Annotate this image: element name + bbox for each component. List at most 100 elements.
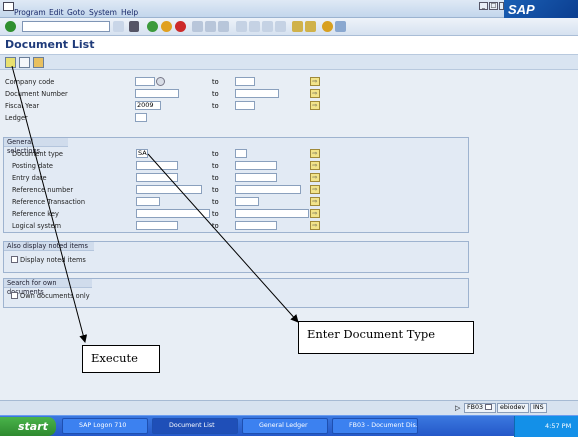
own-documents-only-label: Own documents only <box>20 292 90 300</box>
to-label: to <box>212 162 219 170</box>
menu-program[interactable]: Program <box>14 8 46 17</box>
back-icon[interactable] <box>147 21 158 32</box>
save-icon[interactable] <box>129 21 139 32</box>
find-next-icon[interactable] <box>218 21 229 32</box>
fiscal-year-from-input[interactable]: 2009 <box>135 101 161 110</box>
logical-system-to-input[interactable] <box>235 221 277 230</box>
reference-transaction-from-input[interactable] <box>136 197 160 206</box>
selection-options-icon[interactable] <box>33 57 44 68</box>
entry-date-to-input[interactable] <box>235 173 277 182</box>
multiple-selection-icon[interactable]: ⇨ <box>310 101 320 110</box>
company-code-to-input[interactable] <box>235 77 255 86</box>
to-label: to <box>212 174 219 182</box>
posting-date-to-input[interactable] <box>235 161 277 170</box>
sap-logo: SAP <box>504 0 578 20</box>
status-expand-icon[interactable]: ▷ <box>455 404 460 412</box>
get-variant-icon[interactable] <box>19 57 30 68</box>
ledger-label: Ledger <box>5 114 28 122</box>
multiple-selection-icon[interactable]: ⇨ <box>310 221 320 230</box>
to-label: to <box>212 198 219 206</box>
next-page-icon[interactable] <box>262 21 273 32</box>
standard-toolbar <box>0 18 578 36</box>
transaction-code: FB03 <box>467 404 483 411</box>
reference-transaction-label: Reference Transaction <box>12 198 86 206</box>
reference-transaction-to-input[interactable] <box>235 197 259 206</box>
reference-key-to-input[interactable] <box>235 209 309 218</box>
fiscal-year-to-input[interactable] <box>235 101 255 110</box>
taskbar-item-sap-logon[interactable]: SAP Logon 710 <box>62 418 148 434</box>
posting-date-from-input[interactable] <box>136 161 178 170</box>
multiple-selection-icon[interactable]: ⇨ <box>310 89 320 98</box>
matchcode-icon[interactable] <box>156 77 165 86</box>
logical-system-label: Logical system <box>12 222 62 230</box>
multiple-selection-icon[interactable]: ⇨ <box>310 173 320 182</box>
entry-date-from-input[interactable] <box>136 173 178 182</box>
to-label: to <box>212 210 219 218</box>
command-field[interactable] <box>22 21 110 32</box>
first-page-icon[interactable] <box>236 21 247 32</box>
dropdown-icon[interactable] <box>113 21 124 32</box>
document-type-from-input[interactable]: SA <box>136 149 148 158</box>
taskbar-item-fb03[interactable]: FB03 - Document Dis... <box>332 418 418 434</box>
company-code-label: Company code <box>5 78 55 86</box>
multiple-selection-icon[interactable]: ⇨ <box>310 209 320 218</box>
taskbar-item-general-ledger[interactable]: General Ledger <box>242 418 328 434</box>
display-noted-items-checkbox[interactable] <box>11 256 18 263</box>
multiple-selection-icon[interactable]: ⇨ <box>310 149 320 158</box>
reference-number-from-input[interactable] <box>136 185 202 194</box>
maximize-button[interactable]: □ <box>489 2 498 10</box>
own-documents-title: Search for own documents <box>4 279 92 296</box>
multiple-selection-icon[interactable]: ⇨ <box>310 77 320 86</box>
enter-document-type-callout: Enter Document Type <box>298 321 474 354</box>
reference-number-to-input[interactable] <box>235 185 301 194</box>
start-button[interactable]: start <box>0 417 56 436</box>
new-session-icon[interactable] <box>292 21 303 32</box>
own-documents-only-checkbox[interactable] <box>11 292 18 299</box>
find-icon[interactable] <box>205 21 216 32</box>
insert-mode-field[interactable]: INS <box>530 403 547 413</box>
to-label: to <box>212 222 219 230</box>
start-label: start <box>18 420 48 433</box>
menu-edit[interactable]: Edit <box>49 8 64 17</box>
execute-icon[interactable] <box>5 57 16 68</box>
page-title: Document List <box>5 38 95 51</box>
company-code-from-input[interactable] <box>135 77 155 86</box>
reference-key-from-input[interactable] <box>136 209 210 218</box>
transaction-code-field: FB03 <box>464 403 496 413</box>
multiple-selection-icon[interactable]: ⇨ <box>310 185 320 194</box>
system-tray: 4:57 PM <box>514 416 578 437</box>
menu-system[interactable]: System <box>89 8 117 17</box>
to-label: to <box>212 102 219 110</box>
windows-taskbar: start SAP Logon 710 Document List Genera… <box>0 415 578 437</box>
document-type-label: Document type <box>12 150 63 158</box>
multiple-selection-icon[interactable]: ⇨ <box>310 161 320 170</box>
menu-help[interactable]: Help <box>121 8 138 17</box>
previous-page-icon[interactable] <box>249 21 260 32</box>
menu-bar: Program Edit Goto System Help _ □ <box>0 0 578 18</box>
logical-system-from-input[interactable] <box>136 221 178 230</box>
customize-layout-icon[interactable] <box>335 21 346 32</box>
exit-icon[interactable] <box>161 21 172 32</box>
reference-number-label: Reference number <box>12 186 74 194</box>
to-label: to <box>212 186 219 194</box>
user-field: ebiodev <box>497 403 529 413</box>
execute-callout: Execute <box>82 345 160 373</box>
status-bar: ▷ FB03 ebiodev INS <box>0 400 578 415</box>
fiscal-year-label: Fiscal Year <box>5 102 40 110</box>
shortcut-icon[interactable] <box>305 21 316 32</box>
cancel-icon[interactable] <box>175 21 186 32</box>
general-selections-title: General selections <box>4 138 68 155</box>
document-type-to-input[interactable] <box>235 149 247 158</box>
print-icon[interactable] <box>192 21 203 32</box>
document-number-to-input[interactable] <box>235 89 279 98</box>
menu-goto[interactable]: Goto <box>67 8 85 17</box>
system-menu-icon[interactable] <box>3 2 14 11</box>
enter-icon[interactable] <box>5 21 16 32</box>
help-icon[interactable] <box>322 21 333 32</box>
minimize-button[interactable]: _ <box>479 2 488 10</box>
multiple-selection-icon[interactable]: ⇨ <box>310 197 320 206</box>
document-number-from-input[interactable] <box>135 89 179 98</box>
last-page-icon[interactable] <box>275 21 286 32</box>
taskbar-item-document-list[interactable]: Document List <box>152 418 238 434</box>
ledger-input[interactable] <box>135 113 147 122</box>
